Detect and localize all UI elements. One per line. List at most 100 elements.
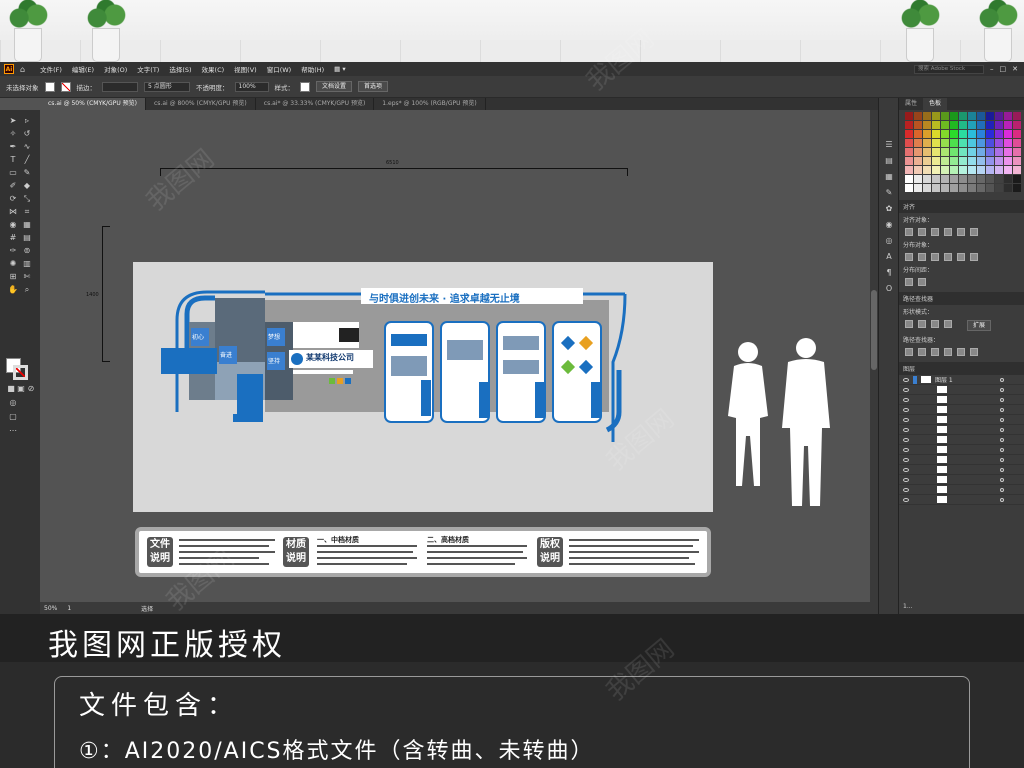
- menu-view[interactable]: 视图(V): [229, 64, 262, 74]
- sublayer-row[interactable]: [899, 485, 1024, 495]
- artboard[interactable]: 与时俱进创未来 · 追求卓越无止境 某某科技公司 初心 奋进 梦想 坚持: [133, 262, 713, 512]
- color-swatch[interactable]: [932, 130, 940, 138]
- color-mode-icon[interactable]: ■: [6, 384, 16, 394]
- color-swatch[interactable]: [914, 112, 922, 120]
- stroke-swatch[interactable]: [60, 81, 71, 92]
- color-swatch[interactable]: [914, 184, 922, 192]
- slice-tool-icon[interactable]: ✄: [22, 272, 32, 282]
- visibility-eye-icon[interactable]: [903, 487, 909, 492]
- width-tool-icon[interactable]: ⋈: [8, 207, 18, 217]
- eraser-tool-icon[interactable]: ◆: [22, 181, 32, 191]
- sublayer-row[interactable]: [899, 455, 1024, 465]
- color-swatch[interactable]: [959, 184, 967, 192]
- visibility-eye-icon[interactable]: [903, 397, 909, 402]
- color-swatch[interactable]: [932, 157, 940, 165]
- layer-target-icon[interactable]: [1000, 407, 1004, 412]
- pathfinder-buttons[interactable]: [899, 346, 1024, 358]
- close-icon[interactable]: ✕: [1012, 65, 1018, 73]
- color-swatch[interactable]: [968, 130, 976, 138]
- gradient-mode-icon[interactable]: ▣: [16, 384, 26, 394]
- brushes-icon[interactable]: ✎: [884, 188, 894, 198]
- color-swatch[interactable]: [1004, 184, 1012, 192]
- menu-window[interactable]: 窗口(W): [262, 64, 297, 74]
- color-swatch[interactable]: [1004, 139, 1012, 147]
- stroke-color-icon[interactable]: [13, 365, 28, 380]
- document-setup-button[interactable]: 文档设置: [316, 81, 353, 92]
- layer-target-icon[interactable]: [1000, 497, 1004, 502]
- color-swatch[interactable]: [923, 166, 931, 174]
- shape-mode-buttons[interactable]: 扩展: [899, 318, 1024, 333]
- graph-tool-icon[interactable]: ▥: [22, 259, 32, 269]
- color-swatch[interactable]: [977, 139, 985, 147]
- paragraph-icon[interactable]: ¶: [884, 268, 894, 278]
- shape-builder-tool-icon[interactable]: ◉: [8, 220, 18, 230]
- color-swatch[interactable]: [959, 130, 967, 138]
- canvas-area[interactable]: 6510 1400 与时俱进创未来 · 追求卓越无止境 某某科技公司 初心 奋进…: [40, 110, 870, 602]
- align-objects-buttons[interactable]: [899, 226, 1024, 238]
- edit-toolbar-icon[interactable]: ⋯: [8, 426, 18, 436]
- color-swatch[interactable]: [1013, 130, 1021, 138]
- color-swatch[interactable]: [977, 112, 985, 120]
- color-swatch[interactable]: [914, 175, 922, 183]
- color-swatch[interactable]: [941, 166, 949, 174]
- color-swatch[interactable]: [986, 139, 994, 147]
- draw-mode-icon[interactable]: ◎: [8, 398, 18, 408]
- sublayer-row[interactable]: [899, 495, 1024, 505]
- color-swatch[interactable]: [959, 112, 967, 120]
- menu-help[interactable]: 帮助(H): [296, 64, 329, 74]
- layer-target-icon[interactable]: [1000, 447, 1004, 452]
- rotate-tool-icon[interactable]: ⟳: [8, 194, 18, 204]
- color-swatch[interactable]: [959, 175, 967, 183]
- color-swatch[interactable]: [905, 175, 913, 183]
- color-swatch[interactable]: [941, 130, 949, 138]
- color-swatch[interactable]: [905, 121, 913, 129]
- sublayer-row[interactable]: [899, 405, 1024, 415]
- swatch-grid[interactable]: [899, 110, 1024, 194]
- color-swatch[interactable]: [905, 139, 913, 147]
- layer-target-icon[interactable]: [1000, 487, 1004, 492]
- menu-effect[interactable]: 效果(C): [197, 64, 230, 74]
- type-tool-icon[interactable]: T: [8, 155, 18, 165]
- color-swatch[interactable]: [950, 157, 958, 165]
- tab-properties[interactable]: 属性: [899, 98, 923, 110]
- color-swatch[interactable]: [986, 121, 994, 129]
- color-swatch[interactable]: [1013, 112, 1021, 120]
- sublayer-row[interactable]: [899, 435, 1024, 445]
- color-swatch[interactable]: [914, 121, 922, 129]
- zoom-level[interactable]: 50%: [44, 605, 57, 612]
- menu-file[interactable]: 文件(F): [35, 64, 67, 74]
- color-swatch[interactable]: [914, 139, 922, 147]
- color-swatch[interactable]: [986, 157, 994, 165]
- color-swatch[interactable]: [1004, 148, 1012, 156]
- opacity-field[interactable]: 100%: [234, 81, 269, 92]
- workspace-switcher-icon[interactable]: ▦ ▾: [329, 65, 350, 73]
- color-swatch[interactable]: [1013, 175, 1021, 183]
- color-swatch[interactable]: [1004, 166, 1012, 174]
- layer-target-icon[interactable]: [1000, 417, 1004, 422]
- curvature-tool-icon[interactable]: ∿: [22, 142, 32, 152]
- free-transform-tool-icon[interactable]: ⌗: [22, 207, 32, 217]
- visibility-eye-icon[interactable]: [903, 407, 909, 412]
- direct-selection-tool-icon[interactable]: ▹: [22, 116, 32, 126]
- color-swatch[interactable]: [977, 184, 985, 192]
- home-icon[interactable]: ⌂: [20, 65, 25, 74]
- character-icon[interactable]: A: [884, 252, 894, 262]
- distribute-objects-buttons[interactable]: [899, 251, 1024, 263]
- color-swatch[interactable]: [977, 175, 985, 183]
- libraries-icon[interactable]: ▤: [884, 156, 894, 166]
- menu-type[interactable]: 文字(T): [132, 64, 164, 74]
- color-swatch[interactable]: [977, 166, 985, 174]
- color-swatch[interactable]: [995, 166, 1003, 174]
- mesh-tool-icon[interactable]: #: [8, 233, 18, 243]
- symbol-sprayer-tool-icon[interactable]: ✺: [8, 259, 18, 269]
- vertical-scrollbar[interactable]: [870, 110, 878, 614]
- visibility-eye-icon[interactable]: [903, 417, 909, 422]
- color-swatch[interactable]: [932, 139, 940, 147]
- tab-doc-4[interactable]: 1.eps* @ 100% (RGB/GPU 预览): [374, 98, 486, 110]
- color-swatch[interactable]: [995, 148, 1003, 156]
- lasso-tool-icon[interactable]: ↺: [22, 129, 32, 139]
- appearance-icon[interactable]: ◎: [884, 236, 894, 246]
- rectangle-tool-icon[interactable]: ▭: [8, 168, 18, 178]
- visibility-eye-icon[interactable]: [903, 387, 909, 392]
- visibility-eye-icon[interactable]: [903, 477, 909, 482]
